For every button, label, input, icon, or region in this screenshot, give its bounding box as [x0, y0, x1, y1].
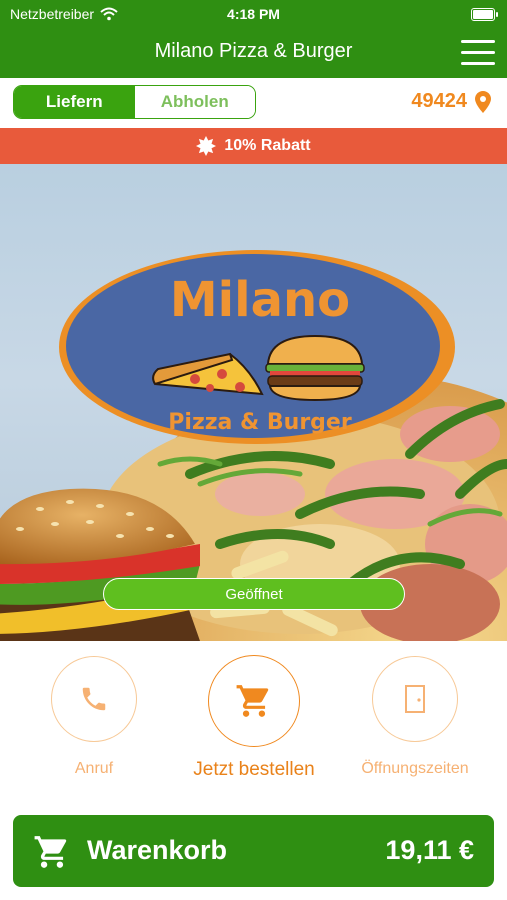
nav-bar: Milano Pizza & Burger — [0, 28, 507, 78]
discount-banner[interactable]: 10% Rabatt — [0, 128, 507, 164]
call-button[interactable] — [51, 656, 137, 742]
clock: 4:18 PM — [227, 6, 280, 22]
delivery-mode-toggle: Liefern Abholen — [13, 85, 256, 119]
order-now-action[interactable]: Jetzt bestellen — [193, 655, 315, 781]
hero-illustration — [0, 250, 507, 641]
hero-image: Milano Pizza & Burger — [0, 164, 507, 641]
battery-level — [473, 10, 493, 19]
battery-icon — [471, 8, 498, 21]
open-status-badge: Geöffnet — [103, 578, 405, 610]
phone-icon — [82, 687, 106, 711]
order-mode-bar: Liefern Abholen 49424 — [0, 78, 507, 128]
hamburger-menu-icon[interactable] — [461, 40, 495, 66]
opening-hours-label: Öffnungszeiten — [361, 760, 469, 777]
logo-subtitle: Pizza & Burger — [168, 410, 352, 435]
cart-label: Warenkorb — [87, 835, 228, 865]
discount-text: 10% Rabatt — [224, 137, 311, 154]
burger-icon — [265, 334, 365, 402]
zip-code: 49424 — [411, 90, 467, 112]
app-title: Milano Pizza & Burger — [154, 40, 353, 62]
pickup-tab[interactable]: Abholen — [134, 86, 255, 118]
cart-total: 19,11 € — [385, 835, 474, 865]
opening-hours-action[interactable]: Öffnungszeiten — [361, 656, 469, 778]
cart-bar[interactable]: Warenkorb 19,11 € — [13, 815, 494, 887]
deliver-tab[interactable]: Liefern — [14, 86, 135, 118]
door-icon — [405, 685, 425, 713]
location-selector[interactable]: 49424 — [411, 90, 491, 113]
badge-icon — [196, 136, 217, 156]
shopping-cart-icon — [34, 836, 67, 868]
call-action[interactable]: Anruf — [51, 656, 137, 778]
logo-title: Milano — [169, 272, 351, 328]
status-bar: Netzbetreiber 4:18 PM — [0, 0, 507, 28]
opening-hours-button[interactable] — [372, 656, 458, 742]
shopping-cart-icon — [236, 685, 269, 717]
call-label: Anruf — [74, 760, 114, 777]
map-pin-icon — [475, 90, 491, 113]
order-now-label: Jetzt bestellen — [193, 759, 315, 780]
order-now-button[interactable] — [208, 655, 300, 747]
